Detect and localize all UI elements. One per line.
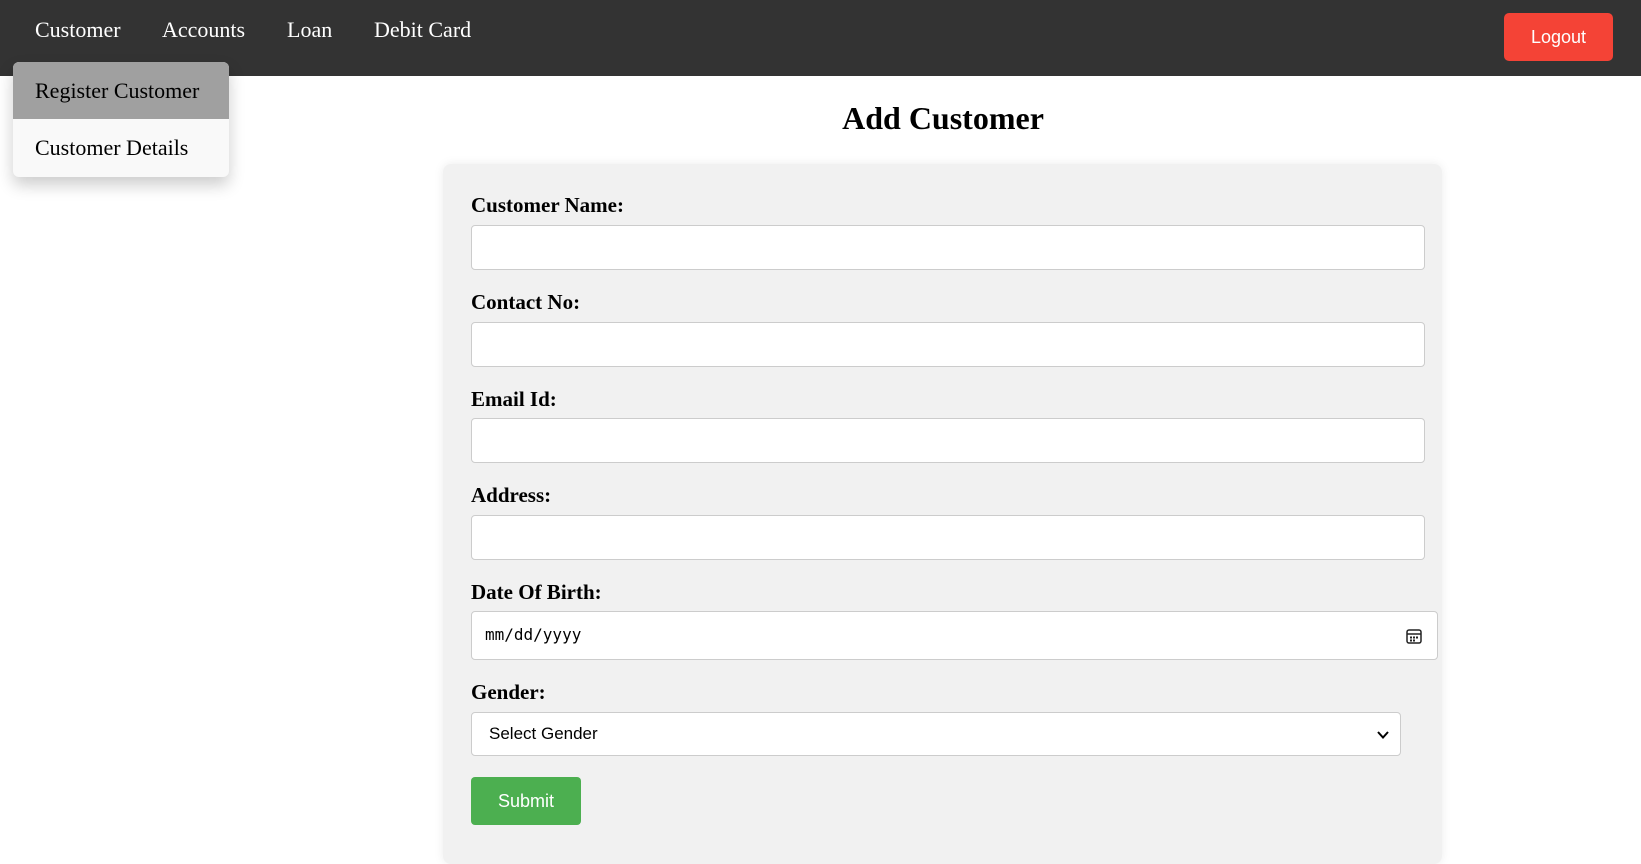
dropdown-item-register-customer[interactable]: Register Customer [13, 62, 229, 119]
page-title: Add Customer [842, 100, 1044, 136]
address-label: Address: [471, 483, 552, 507]
nav-item-accounts[interactable]: Accounts [162, 17, 245, 43]
contact-no-label: Contact No: [471, 290, 581, 314]
nav-item-loan[interactable]: Loan [287, 17, 332, 43]
customer-name-input[interactable] [471, 225, 1425, 270]
date-placeholder: mm/dd/yyyy [485, 625, 582, 644]
submit-button[interactable]: Submit [471, 777, 581, 825]
customer-name-label: Customer Name: [471, 193, 624, 217]
logout-button[interactable]: Logout [1504, 13, 1613, 61]
calendar-icon[interactable] [1405, 627, 1423, 645]
chevron-down-icon [1377, 731, 1389, 739]
contact-no-input[interactable] [471, 322, 1425, 367]
address-input[interactable] [471, 515, 1425, 560]
customer-dropdown-menu: Register Customer Customer Details [13, 62, 229, 177]
nav-item-customer[interactable]: Customer [35, 17, 121, 43]
date-of-birth-label: Date Of Birth: [471, 580, 602, 604]
email-id-input[interactable] [471, 418, 1425, 463]
gender-select[interactable]: Select Gender [471, 712, 1401, 756]
gender-label: Gender: [471, 680, 546, 704]
gender-select-value: Select Gender [489, 724, 598, 743]
top-navbar: Customer Accounts Loan Debit Card Logout [0, 0, 1641, 76]
nav-item-debit-card[interactable]: Debit Card [374, 17, 471, 43]
dropdown-item-customer-details[interactable]: Customer Details [13, 119, 229, 176]
email-id-label: Email Id: [471, 387, 557, 411]
date-of-birth-input[interactable]: mm/dd/yyyy [471, 611, 1438, 660]
